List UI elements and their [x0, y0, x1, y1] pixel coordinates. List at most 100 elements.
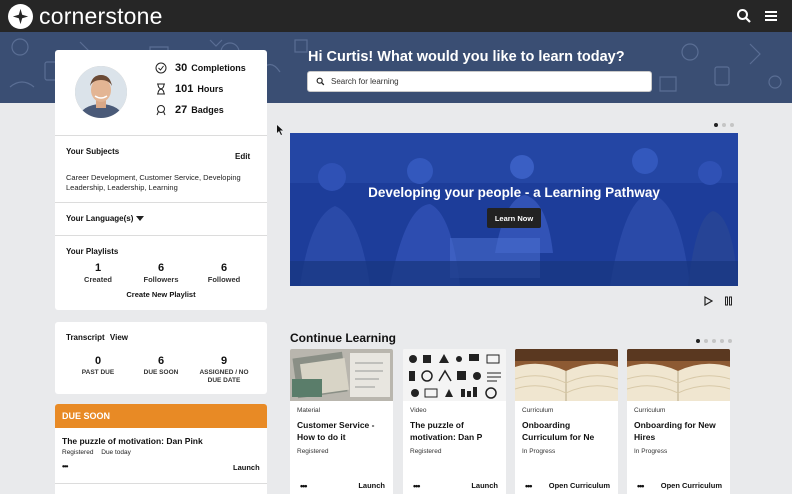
create-playlist-link[interactable]: Create New Playlist [55, 290, 267, 299]
continue-dot-2[interactable] [704, 339, 708, 343]
badges-label: Badges [191, 105, 224, 115]
avatar[interactable] [75, 66, 127, 118]
course-card[interactable]: Material Customer Service - How to do it… [290, 349, 393, 494]
divider [55, 202, 267, 203]
due-soon-label: DUE SOON [143, 369, 179, 376]
carousel-dot-2[interactable] [722, 123, 726, 127]
due-item-meta: Registered Due today [62, 448, 131, 458]
course-type: Video [410, 407, 427, 414]
transcript-title: Transcript View [66, 333, 128, 342]
learning-search-input[interactable] [331, 77, 631, 86]
due-item-status: Registered [62, 449, 94, 456]
divider [55, 483, 267, 484]
search-icon[interactable] [736, 8, 752, 24]
carousel-pagination[interactable] [714, 123, 734, 127]
playlists-created-label: Created [84, 275, 112, 284]
course-title: The puzzle of motivation: Dan P [410, 420, 502, 443]
course-card[interactable]: Curriculum Onboarding for New Hires In P… [627, 349, 730, 494]
course-title-line-2: Curriculum for Ne [522, 431, 595, 442]
caret-down-icon [136, 215, 145, 221]
menu-icon[interactable] [763, 8, 779, 24]
course-thumbnail [290, 349, 393, 401]
learning-search-box[interactable] [307, 71, 652, 92]
course-title-line-1: Onboarding [522, 420, 571, 430]
playlists-followers-label: Followers [143, 275, 179, 284]
continue-dot-3[interactable] [712, 339, 716, 343]
carousel-dot-1[interactable] [714, 123, 718, 127]
course-launch-button[interactable]: Launch [358, 481, 385, 490]
course-more-button[interactable]: ••• [413, 481, 421, 491]
course-status: In Progress [522, 448, 556, 455]
course-status: Registered [297, 448, 329, 455]
course-launch-button[interactable]: Launch [471, 481, 498, 490]
carousel-dot-3[interactable] [730, 123, 734, 127]
playlists-title: Your Playlists [66, 247, 119, 256]
course-title-line-1: Customer Service - [297, 420, 375, 430]
playlists-followers[interactable]: 6 Followers [131, 262, 191, 284]
badge-icon [156, 105, 166, 116]
completions-count: 30 [175, 62, 188, 74]
due-soon-count: 6 [157, 355, 165, 367]
search-icon [316, 77, 325, 86]
brand-logo[interactable]: cornerstone [8, 3, 163, 30]
playlists-created[interactable]: 1 Created [68, 262, 128, 284]
continue-dot-5[interactable] [728, 339, 732, 343]
due-item-title[interactable]: The puzzle of motivation: Dan Pink [62, 436, 203, 446]
welcome-greeting: Hi Curtis! What would you like to learn … [308, 49, 625, 65]
cornerstone-logo-icon [8, 4, 33, 29]
divider [55, 235, 267, 236]
course-card[interactable]: Video The puzzle of motivation: Dan P Re… [403, 349, 506, 494]
check-circle-icon [155, 62, 167, 74]
continue-dot-4[interactable] [720, 339, 724, 343]
course-title-line-1: The puzzle of [410, 420, 464, 430]
completions-label: Completions [191, 63, 246, 73]
top-navigation-bar: cornerstone [0, 0, 792, 32]
course-thumbnail [403, 349, 506, 401]
mouse-cursor-icon [277, 122, 284, 140]
subjects-title: Your Subjects [66, 147, 120, 156]
badges-count: 27 [175, 104, 188, 116]
course-title: Onboarding for New Hires [634, 420, 726, 443]
pause-icon[interactable] [724, 293, 733, 311]
course-card[interactable]: Curriculum Onboarding Curriculum for Ne … [515, 349, 618, 494]
playlists-followed[interactable]: 6 Followed [194, 262, 254, 284]
course-thumbnail [627, 349, 730, 401]
transcript-label: Transcript [66, 333, 105, 342]
course-more-button[interactable]: ••• [525, 481, 533, 491]
due-item-launch-button[interactable]: Launch [233, 463, 260, 472]
carousel-title: Developing your people - a Learning Path… [368, 185, 660, 200]
carousel-slide[interactable]: Developing your people - a Learning Path… [290, 133, 738, 286]
learn-now-button[interactable]: Learn Now [487, 208, 541, 228]
past-due-label: PAST DUE [81, 369, 115, 376]
languages-dropdown[interactable]: Your Language(s) [66, 214, 145, 223]
open-curriculum-button[interactable]: Open Curriculum [661, 481, 722, 490]
course-status: In Progress [634, 448, 668, 455]
past-due-stat[interactable]: 0 PAST DUE [63, 355, 133, 377]
due-soon-header: DUE SOON [55, 404, 267, 428]
due-soon-stat[interactable]: 6 DUE SOON [126, 355, 196, 377]
continue-learning-pagination[interactable] [696, 339, 732, 343]
assigned-label-line-2: DUE DATE [207, 377, 241, 384]
past-due-count: 0 [94, 355, 102, 367]
hours-label: Hours [197, 84, 224, 94]
course-more-button[interactable]: ••• [637, 481, 645, 491]
transcript-view-link[interactable]: View [110, 333, 128, 342]
course-title: Customer Service - How to do it [297, 420, 389, 443]
due-item-due: Due today [101, 449, 131, 456]
hourglass-icon [157, 83, 165, 95]
open-curriculum-button[interactable]: Open Curriculum [549, 481, 610, 490]
course-type: Curriculum [634, 407, 666, 414]
subjects-line-2: Leadership, Leadership, Learning [66, 182, 178, 192]
course-status: Registered [410, 448, 442, 455]
playlists-followed-label: Followed [207, 275, 241, 284]
subjects-list: Career Development, Customer Service, De… [66, 173, 241, 192]
course-title-line-1: Onboarding for New [634, 420, 716, 430]
edit-subjects-link[interactable]: Edit [235, 152, 250, 161]
due-item-more-button[interactable]: ••• [62, 462, 68, 471]
continue-dot-1[interactable] [696, 339, 700, 343]
assigned-stat[interactable]: 9 ASSIGNED / NO DUE DATE [189, 355, 259, 385]
divider [55, 135, 267, 136]
playlists-followed-count: 6 [220, 262, 228, 274]
course-more-button[interactable]: ••• [300, 481, 308, 491]
play-icon[interactable] [704, 293, 714, 311]
